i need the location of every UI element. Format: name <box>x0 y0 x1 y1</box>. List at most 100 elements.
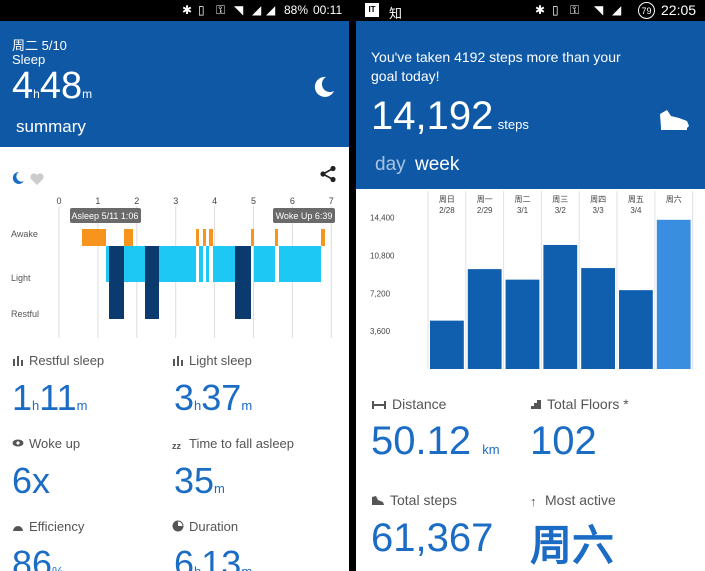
steps-bar[interactable] <box>505 279 540 369</box>
row-label-light: Light <box>11 273 31 283</box>
restful-segment <box>235 246 251 319</box>
restful-sleep-value: 1h11m <box>12 377 88 418</box>
sleep-hours-unit: h <box>33 87 40 101</box>
awake-segment <box>196 229 199 246</box>
key-icon: ⚿ <box>216 3 226 17</box>
steps-bar[interactable] <box>581 268 615 369</box>
row-label-restful: Restful <box>11 309 39 319</box>
x-date-label: Today <box>663 206 684 215</box>
floors-value: 102 <box>530 419 597 463</box>
light-segment <box>199 246 203 282</box>
efficiency-value: 86% <box>12 543 64 571</box>
hour-tick-label: 1 <box>95 196 100 206</box>
clock-icon <box>172 520 184 532</box>
signal-2-icon: ◢ <box>266 3 276 17</box>
awake-segment <box>82 229 106 246</box>
sleep-total: 4h48m <box>12 65 92 108</box>
share-icon[interactable] <box>319 165 337 183</box>
restful-segment <box>109 246 124 319</box>
light-sleep-value: 3h37m <box>174 377 253 418</box>
steps-total: 14,192 steps <box>371 94 529 139</box>
bars-icon <box>13 356 23 366</box>
ruler-icon <box>372 401 386 409</box>
bars-icon <box>173 356 183 366</box>
sleep-hours: 4 <box>12 65 34 107</box>
app-notification-char: 知 <box>389 6 403 21</box>
awake-segments <box>82 229 325 246</box>
hour-tick-label: 3 <box>173 196 178 206</box>
goal-message: You've taken 4192 steps more than your g… <box>371 49 621 84</box>
x-day-label: 周四 <box>590 195 606 204</box>
weekly-steps-chart: 14,400 10,800 7,200 3,600 周日 2/28 周一 2/29 周二 3/1… <box>370 191 694 369</box>
hour-tick-label: 5 <box>251 196 256 206</box>
duration-label: Duration <box>172 519 238 534</box>
status-time: 00:11 <box>313 3 343 17</box>
steps-bar[interactable] <box>619 290 653 369</box>
steps-bar[interactable] <box>656 219 691 369</box>
tab-week[interactable]: week <box>415 154 459 176</box>
shoe-small-icon <box>372 496 384 505</box>
awake-segment <box>203 229 206 246</box>
light-segment <box>254 246 275 282</box>
status-bar: ✱ ▯ ⚿ ◥ ◢ ◢ 88% 00:11 <box>0 0 349 21</box>
y-tick-label: 14,400 <box>370 214 395 223</box>
y-tick-label: 7,200 <box>370 289 391 298</box>
restful-segment <box>145 246 159 319</box>
shoe-icon <box>660 110 689 130</box>
bluetooth-icon: ✱ <box>182 3 193 17</box>
bluetooth-icon: ✱ <box>535 3 546 17</box>
distance-label: Distance <box>371 396 446 412</box>
most-active-value: 周六 <box>530 522 615 569</box>
light-sleep-label: Light sleep <box>172 353 252 368</box>
wifi-icon: ◥ <box>594 3 604 17</box>
tab-day[interactable]: day <box>375 154 406 176</box>
woke-up-label: Woke up <box>12 436 80 451</box>
hour-tick-label: 4 <box>212 196 217 206</box>
steps-bar[interactable] <box>543 244 578 369</box>
steps-value: 14,192 <box>371 94 494 138</box>
key-icon: ⚿ <box>570 3 580 17</box>
asleep-label: Asleep 5/11 1:06 <box>72 211 139 221</box>
battery-percent: 88% <box>284 3 309 17</box>
x-day-label: 周五 <box>628 195 644 204</box>
hour-tick-label: 6 <box>290 196 295 206</box>
fall-asleep-label: zz Time to fall asleep <box>172 436 295 451</box>
x-day-label: 周六 <box>666 194 682 204</box>
x-day-label: 周日 <box>439 195 455 204</box>
arrow-up-icon: ↑ <box>530 494 537 509</box>
steps-header: You've taken 4192 steps more than your g… <box>356 21 705 189</box>
tab-summary[interactable]: summary <box>16 117 86 137</box>
battery-badge: 79 <box>638 2 655 19</box>
hour-tick-label: 0 <box>56 196 61 206</box>
awake-segment <box>124 229 133 246</box>
x-day-label: 周二 <box>515 195 531 204</box>
vibrate-icon: ▯ <box>552 3 559 17</box>
y-tick-label: 3,600 <box>370 327 391 336</box>
woke-label: Woke Up 6:39 <box>276 211 333 221</box>
total-steps-label: Total steps <box>371 492 457 508</box>
steps-screen: IT 知 ✱ ▯ ⚿ ◥ ◢ 79 22:05 You've taken 419… <box>356 0 705 571</box>
restful-sleep-label: Restful sleep <box>12 353 104 368</box>
light-segments <box>106 246 321 282</box>
duration-value: 6h13m <box>174 543 252 571</box>
steps-bar[interactable] <box>430 320 464 369</box>
asleep-tooltip: Asleep 5/11 1:06 <box>70 208 141 223</box>
awake-segment <box>321 229 325 246</box>
x-date-label: 3/2 <box>555 206 567 215</box>
gauge-icon <box>13 526 23 531</box>
vibrate-icon: ▯ <box>198 3 205 17</box>
awake-segment <box>251 229 254 246</box>
awake-segment <box>275 229 278 246</box>
sleep-screen: ✱ ▯ ⚿ ◥ ◢ ◢ 88% 00:11 周二 5/10 Sleep 4h48… <box>0 0 349 571</box>
y-tick-label: 10,800 <box>370 251 395 260</box>
steps-bar[interactable] <box>467 269 502 369</box>
heart-icon[interactable] <box>29 172 45 186</box>
awake-segment <box>209 229 213 246</box>
x-date-label: 2/29 <box>477 206 493 215</box>
most-active-label: ↑ Most active <box>530 492 616 509</box>
moon-small-icon <box>12 171 24 184</box>
x-day-label: 周一 <box>477 195 493 204</box>
sleep-chart: Awake Light Restful 01234567 Asleep 5/11… <box>11 196 335 338</box>
fall-asleep-value: 35m <box>174 460 225 501</box>
status-time: 22:05 <box>661 2 697 18</box>
